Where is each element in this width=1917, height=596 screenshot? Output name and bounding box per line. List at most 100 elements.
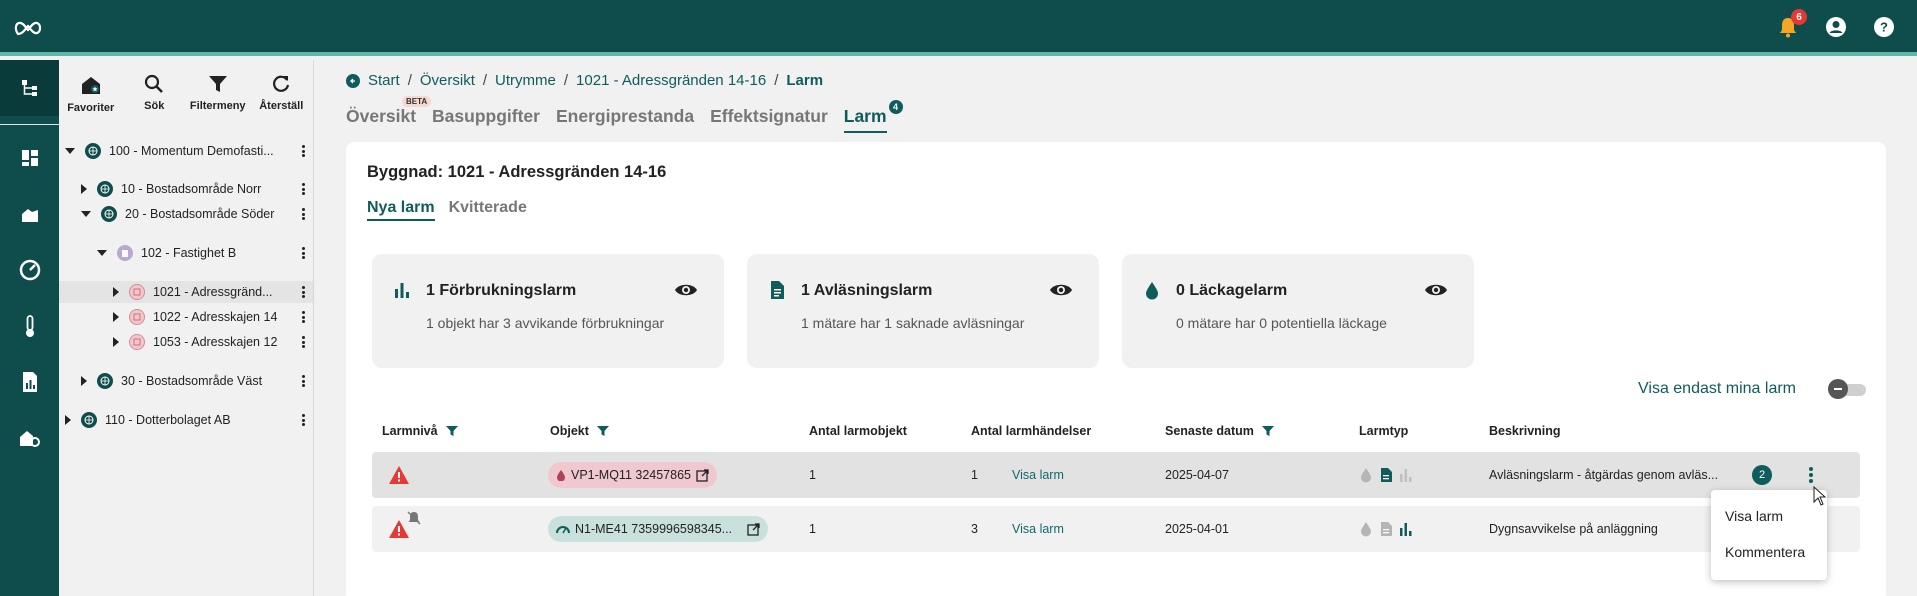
tree-node[interactable]: 30 - Bostadsområde Väst	[59, 370, 313, 392]
more-vertical-icon[interactable]	[1809, 467, 1813, 483]
favorites-tool[interactable]: Favoriter	[61, 74, 121, 130]
column-antal-larmhandelser[interactable]: Antal larmhändelser	[971, 424, 1091, 438]
back-arrow-icon[interactable]	[346, 73, 360, 88]
more-vertical-icon[interactable]	[302, 286, 305, 298]
warning-icon	[389, 466, 409, 484]
show-alarm-link[interactable]: Visa larm	[1012, 506, 1064, 552]
expand-caret-icon[interactable]	[81, 184, 87, 194]
tree-node[interactable]: 102 - Fastighet B	[59, 242, 313, 264]
collapse-caret-icon[interactable]	[81, 211, 91, 217]
rail-report-icon[interactable]	[0, 354, 59, 410]
tree-node-selected[interactable]: 1021 - Adressgränd...	[59, 281, 313, 303]
flame-drop-icon	[557, 470, 565, 481]
help-icon[interactable]: ?	[1871, 14, 1897, 40]
table-header: Larmnivå Objekt Antal larmobjekt Antal l…	[346, 424, 1886, 448]
tree-node[interactable]: 1053 - Adresskajen 12	[59, 331, 313, 353]
tree-panel: Favoriter Sök Filtermeny Återställ 100 -…	[59, 60, 314, 596]
breadcrumb-oversikt[interactable]: Översikt	[420, 72, 475, 89]
property-icon	[117, 245, 133, 261]
rail-thermometer-icon[interactable]	[0, 298, 59, 354]
latest-date: 2025-04-07	[1165, 468, 1229, 482]
column-objekt[interactable]: Objekt	[550, 424, 609, 438]
water-drop-icon	[1361, 468, 1371, 483]
column-larmniva[interactable]: Larmnivå	[382, 424, 458, 438]
search-icon	[145, 74, 164, 93]
column-antal-larmobjekt[interactable]: Antal larmobjekt	[809, 424, 907, 438]
expand-caret-icon[interactable]	[113, 312, 119, 322]
subtab-kvitterade[interactable]: Kvitterade	[449, 199, 527, 221]
tree-node-label: 102 - Fastighet B	[141, 246, 237, 260]
more-vertical-icon[interactable]	[302, 247, 305, 259]
breadcrumb-start[interactable]: Start	[368, 72, 400, 89]
more-vertical-icon[interactable]	[302, 208, 305, 220]
object-chip[interactable]: VP1-MQ11 32457865	[548, 462, 717, 488]
globe-icon	[101, 206, 117, 222]
external-link-icon[interactable]	[747, 522, 760, 536]
building-icon	[129, 284, 145, 300]
tree-node[interactable]: 110 - Dotterbolaget AB	[59, 409, 313, 431]
eye-icon[interactable]	[1049, 282, 1073, 298]
external-link-icon[interactable]	[696, 468, 709, 482]
eye-icon[interactable]	[1424, 282, 1448, 298]
search-tool[interactable]: Sök	[124, 74, 184, 130]
show-alarm-link[interactable]: Visa larm	[1012, 452, 1064, 498]
expand-caret-icon[interactable]	[65, 415, 71, 425]
collapse-caret-icon[interactable]	[97, 250, 107, 256]
tree-node[interactable]: 1022 - Adresskajen 14	[59, 306, 313, 328]
rail-tree-icon[interactable]	[0, 60, 59, 116]
breadcrumb-utrymme[interactable]: Utrymme	[495, 72, 556, 89]
tab-basuppgifter[interactable]: Basuppgifter	[432, 106, 540, 133]
menu-item-comment[interactable]: Kommentera	[1711, 534, 1827, 570]
table-row[interactable]: N1-ME41 7359996598345... 1 3 Visa larm 2…	[372, 506, 1860, 552]
rail-gauge-icon[interactable]	[0, 242, 59, 298]
filter-icon[interactable]	[445, 425, 458, 437]
tree-node[interactable]: 20 - Bostadsområde Söder	[59, 203, 313, 225]
tree-node-label: 100 - Momentum Demofasti...	[109, 144, 274, 158]
top-bar: 6 ?	[0, 0, 1917, 56]
tab-oversikt[interactable]: Översikt BETA	[346, 96, 432, 133]
tab-energiprestanda[interactable]: Energiprestanda	[556, 106, 694, 133]
comment-count-badge[interactable]: 2	[1752, 465, 1772, 485]
reset-tool[interactable]: Återställ	[251, 74, 311, 130]
filter-icon[interactable]	[596, 425, 609, 437]
expand-caret-icon[interactable]	[81, 376, 87, 386]
collapse-caret-icon[interactable]	[65, 148, 75, 154]
rail-buildings-icon[interactable]	[0, 186, 59, 242]
tree-node[interactable]: 10 - Bostadsområde Norr	[59, 178, 313, 200]
rail-admin-icon[interactable]	[0, 410, 59, 466]
more-vertical-icon[interactable]	[302, 414, 305, 426]
more-vertical-icon[interactable]	[302, 311, 305, 323]
expand-caret-icon[interactable]	[113, 337, 119, 347]
filter-tool[interactable]: Filtermeny	[188, 74, 248, 130]
eye-icon[interactable]	[674, 282, 698, 298]
expand-caret-icon[interactable]	[113, 287, 119, 297]
muted-bell-icon	[407, 511, 421, 525]
tab-larm[interactable]: Larm 4	[843, 100, 903, 133]
rail-dashboard-icon[interactable]	[0, 130, 59, 186]
column-senaste-datum[interactable]: Senaste datum	[1165, 424, 1274, 438]
column-beskrivning[interactable]: Beskrivning	[1489, 424, 1561, 438]
water-drop-icon	[1361, 522, 1371, 537]
breadcrumb-building[interactable]: 1021 - Adressgränden 14-16	[576, 72, 766, 89]
menu-item-show-alarm[interactable]: Visa larm	[1711, 498, 1827, 534]
filter-icon[interactable]	[1261, 425, 1274, 437]
tree-node[interactable]: 100 - Momentum Demofasti...	[59, 140, 313, 162]
column-larmtyp[interactable]: Larmtyp	[1359, 424, 1408, 438]
table-row[interactable]: VP1-MQ11 32457865 1 1 Visa larm 2025-04-…	[372, 452, 1860, 498]
my-alarms-label: Visa endast mina larm	[1638, 380, 1796, 397]
tab-effektsignatur[interactable]: Effektsignatur	[710, 106, 828, 133]
subtab-nya-larm[interactable]: Nya larm	[367, 199, 435, 221]
alarm-event-count: 1	[971, 468, 978, 482]
account-icon[interactable]	[1823, 14, 1849, 40]
globe-icon	[97, 373, 113, 389]
object-chip[interactable]: N1-ME41 7359996598345...	[548, 516, 769, 542]
more-vertical-icon[interactable]	[302, 183, 305, 195]
more-vertical-icon[interactable]	[302, 145, 305, 157]
momentum-logo-icon[interactable]	[14, 18, 42, 38]
my-alarms-toggle[interactable]	[1828, 379, 1868, 399]
more-vertical-icon[interactable]	[302, 336, 305, 348]
notifications-bell-icon[interactable]: 6	[1775, 9, 1807, 40]
alarm-card: Byggnad: 1021 - Adressgränden 14-16 Nya …	[346, 142, 1886, 596]
alarm-description: Avläsningslarm - åtgärdas genom avläs...	[1489, 468, 1719, 482]
more-vertical-icon[interactable]	[302, 375, 305, 387]
